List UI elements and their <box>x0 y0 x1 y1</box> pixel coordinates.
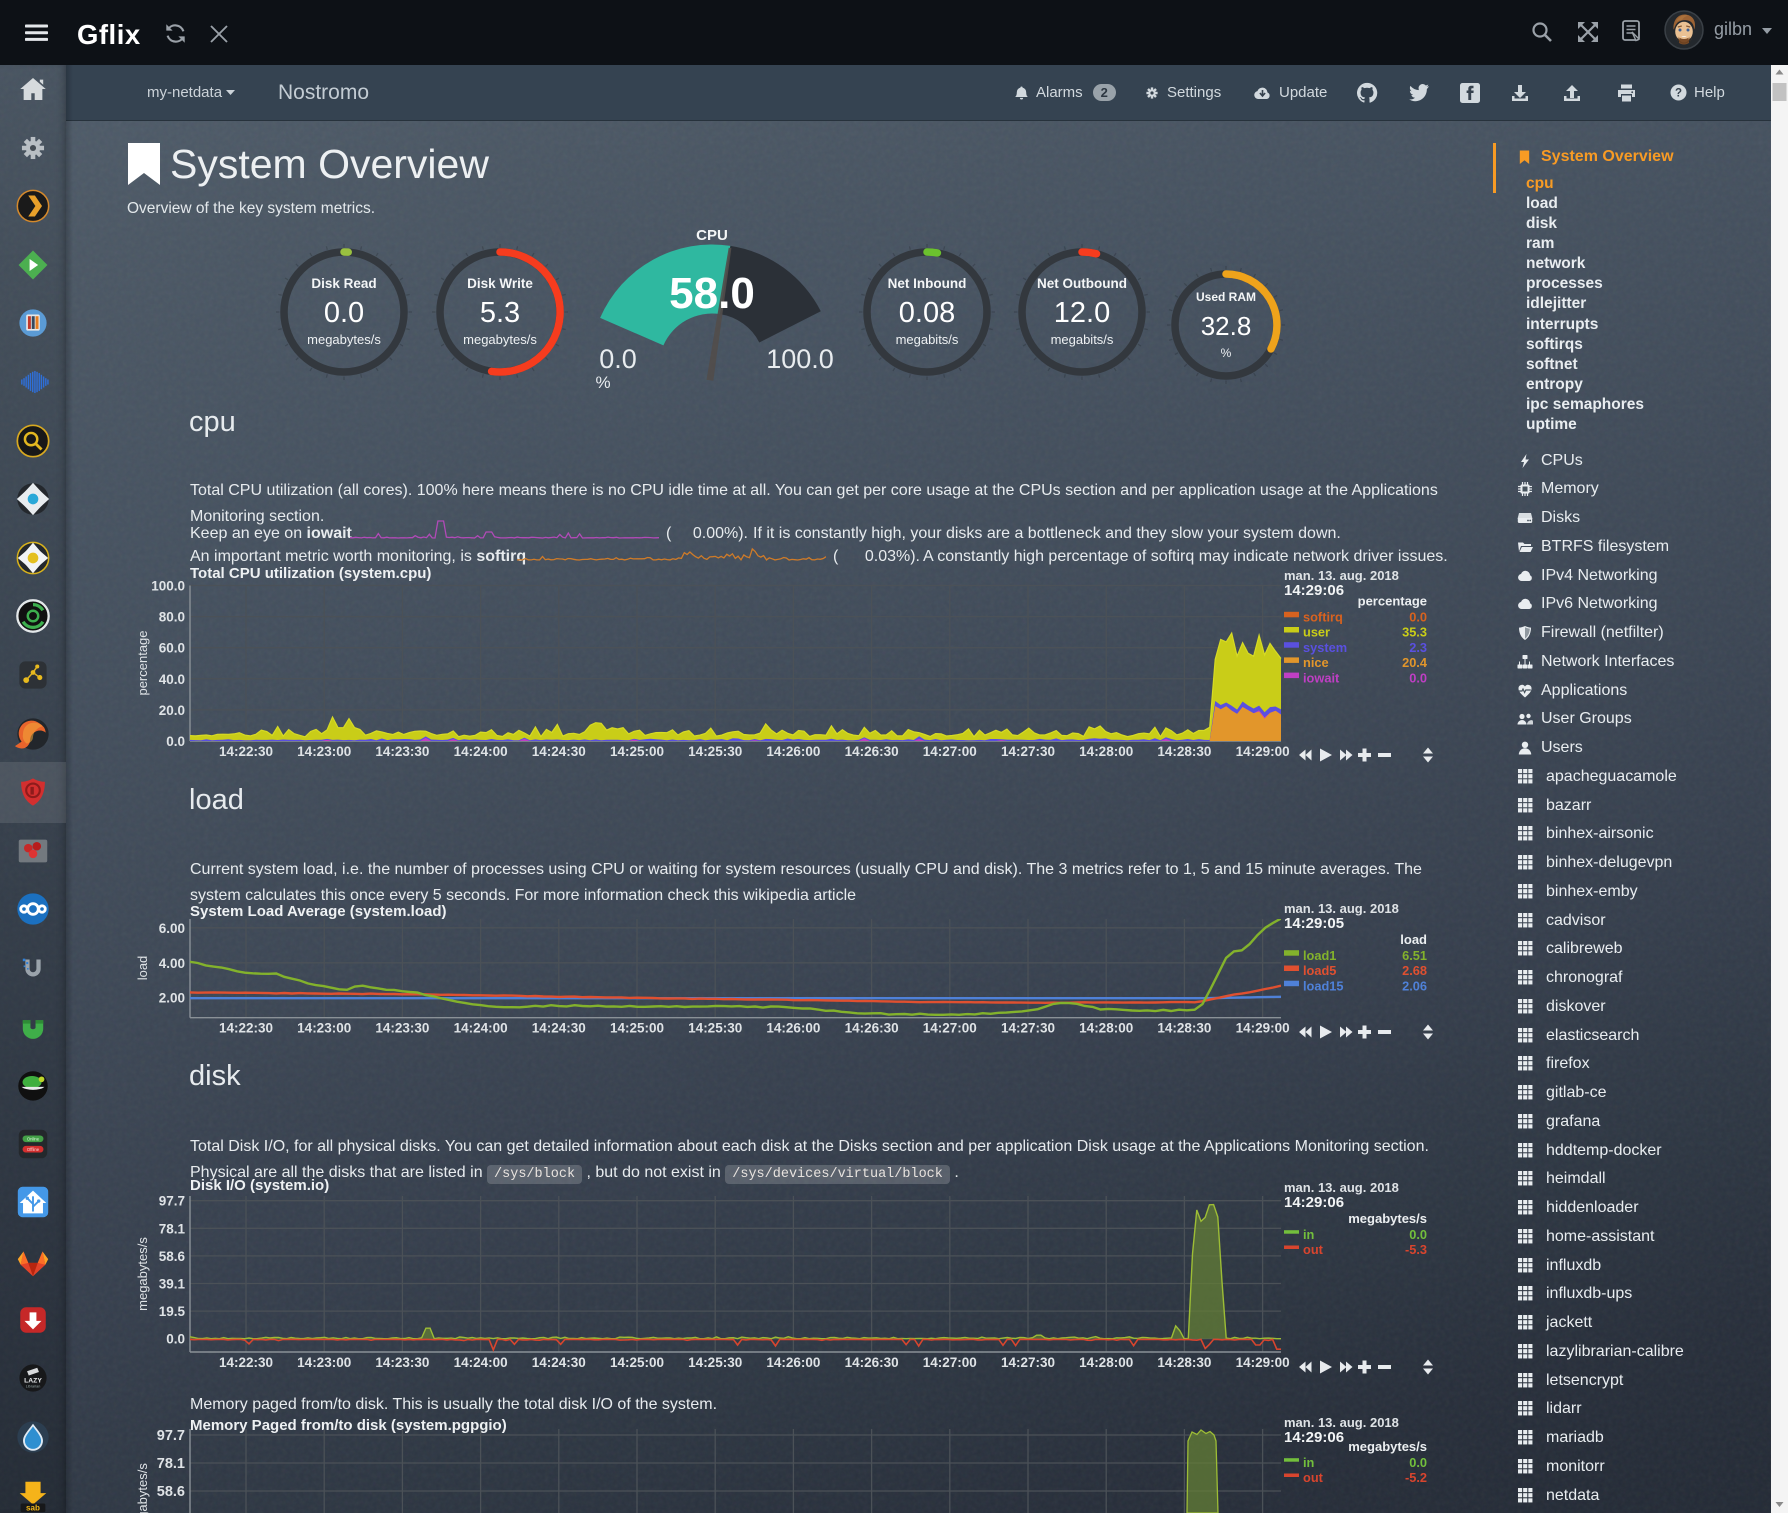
svg-text:Offline: Offline <box>27 1147 40 1152</box>
svg-text:megabytes/s: megabytes/s <box>1348 1439 1427 1454</box>
svg-text:19.5: 19.5 <box>159 1304 186 1319</box>
svg-text:14:29:00: 14:29:00 <box>1236 1355 1290 1370</box>
svg-text:97.7: 97.7 <box>159 1194 185 1209</box>
svg-text:out: out <box>1303 1470 1324 1485</box>
svg-text:14:29:06: 14:29:06 <box>1284 1429 1344 1446</box>
svg-text:14:28:00: 14:28:00 <box>1079 1355 1133 1370</box>
svg-text:megabytes/s: megabytes/s <box>135 1463 150 1513</box>
svg-text:0.0: 0.0 <box>166 1332 185 1347</box>
svg-text:14:24:00: 14:24:00 <box>454 1355 508 1370</box>
svg-text:Disk I/O (system.io): Disk I/O (system.io) <box>190 1177 329 1194</box>
svg-text:sab: sab <box>26 1504 40 1513</box>
svg-text:14:25:30: 14:25:30 <box>688 1355 742 1370</box>
svg-text:14:26:30: 14:26:30 <box>845 1355 899 1370</box>
svg-text:megabytes/s: megabytes/s <box>135 1237 150 1311</box>
svg-text:14:26:00: 14:26:00 <box>766 1355 820 1370</box>
svg-text:Memory Paged from/to disk (sys: Memory Paged from/to disk (system.pgpgio… <box>190 1417 507 1434</box>
svg-text:man. 13. aug. 2018: man. 13. aug. 2018 <box>1284 1415 1399 1430</box>
svg-text:in: in <box>1303 1227 1315 1242</box>
svg-text:14:22:30: 14:22:30 <box>219 1355 273 1370</box>
svg-text:39.1: 39.1 <box>159 1277 186 1292</box>
svg-text:14:25:00: 14:25:00 <box>610 1355 664 1370</box>
svg-text:14:28:30: 14:28:30 <box>1157 1355 1211 1370</box>
svg-text:in: in <box>1303 1455 1315 1470</box>
svg-text:Librarian: Librarian <box>26 1384 41 1388</box>
svg-text:-5.2: -5.2 <box>1405 1470 1427 1485</box>
svg-text:0.0: 0.0 <box>1409 1455 1427 1470</box>
svg-text:out: out <box>1303 1242 1324 1257</box>
svg-text:0.0: 0.0 <box>1409 1227 1427 1242</box>
svg-text:14:29:06: 14:29:06 <box>1284 1194 1344 1211</box>
svg-text:14:23:00: 14:23:00 <box>297 1355 351 1370</box>
svg-text:97.7: 97.7 <box>157 1428 185 1444</box>
svg-text:Online: Online <box>27 1137 40 1142</box>
svg-text:-5.3: -5.3 <box>1405 1242 1427 1257</box>
svg-text:?: ? <box>1675 87 1682 99</box>
svg-text:man. 13. aug. 2018: man. 13. aug. 2018 <box>1284 1180 1399 1195</box>
svg-text:14:27:30: 14:27:30 <box>1001 1355 1055 1370</box>
svg-text:LAZY: LAZY <box>24 1377 42 1384</box>
svg-text:78.1: 78.1 <box>159 1221 186 1236</box>
svg-text:megabytes/s: megabytes/s <box>1348 1211 1427 1226</box>
svg-text:58.6: 58.6 <box>157 1484 185 1500</box>
svg-text:14:27:00: 14:27:00 <box>923 1355 977 1370</box>
svg-text:14:23:30: 14:23:30 <box>375 1355 429 1370</box>
svg-text:58.6: 58.6 <box>159 1249 186 1264</box>
svg-text:14:24:30: 14:24:30 <box>532 1355 586 1370</box>
svg-text:78.1: 78.1 <box>157 1456 185 1472</box>
